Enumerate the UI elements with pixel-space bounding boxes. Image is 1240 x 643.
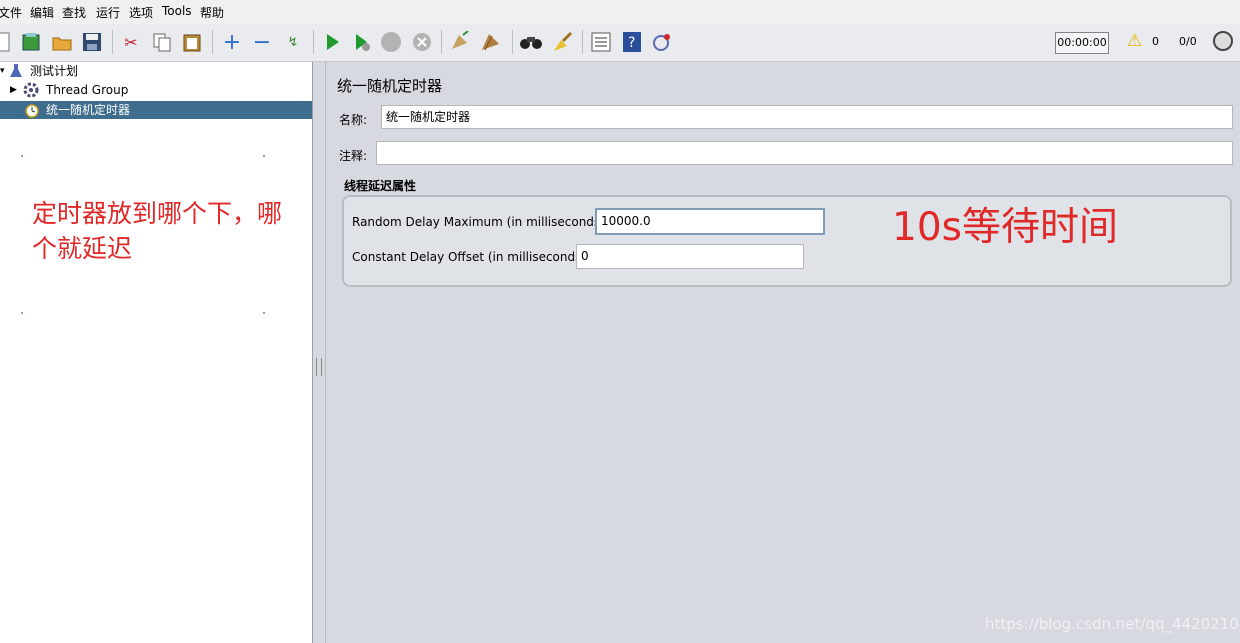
- svg-text:?: ?: [628, 35, 635, 51]
- thread-delay-properties-title: 线程延迟属性: [344, 179, 417, 193]
- chevron-down-icon[interactable]: ▾: [0, 62, 5, 80]
- start-no-pause-icon[interactable]: [350, 30, 374, 54]
- annotation-left: 定时器放到哪个下，哪个就延迟: [32, 199, 283, 263]
- timer-config-panel: 统一随机定时器 名称: 统一随机定时器 注释: 线程延迟属性 Random De…: [326, 62, 1240, 643]
- copy-icon[interactable]: [150, 30, 174, 54]
- paste-icon[interactable]: [180, 30, 204, 54]
- shutdown-icon[interactable]: [410, 30, 434, 54]
- constant-delay-label: Constant Delay Offset (in milliseconds):: [352, 250, 591, 264]
- toolbar: ✂ + − ↯ ? 00:00:00 ⚠ 0 0/0: [0, 24, 1240, 62]
- name-label: 名称:: [339, 113, 368, 127]
- menu-options[interactable]: 选项: [129, 4, 153, 21]
- test-plan-tree[interactable]: ▾ 测试计划 ▶ Thread Group 统一随机定时器: [0, 62, 313, 643]
- open-icon[interactable]: [50, 30, 74, 54]
- menu-tools[interactable]: Tools: [162, 4, 192, 18]
- tree-item-label: 测试计划: [30, 64, 79, 78]
- toggle-icon[interactable]: ↯: [281, 30, 305, 54]
- menu-search[interactable]: 查找: [62, 4, 86, 21]
- random-delay-label: Random Delay Maximum (in milliseconds):: [352, 215, 609, 229]
- cut-icon[interactable]: ✂: [119, 30, 143, 54]
- function-helper-icon[interactable]: [589, 30, 613, 54]
- new-icon[interactable]: [0, 30, 14, 54]
- tree-item-uniform-random-timer[interactable]: 统一随机定时器: [0, 101, 312, 119]
- name-field[interactable]: 统一随机定时器: [381, 105, 1233, 129]
- page-title: 统一随机定时器: [337, 77, 443, 95]
- elapsed-timer: 00:00:00: [1055, 32, 1109, 54]
- watermark: https://blog.csdn.net/qq_44202104: [985, 615, 1240, 633]
- search-icon[interactable]: [519, 30, 543, 54]
- panel-splitter[interactable]: [313, 62, 326, 643]
- constant-delay-input[interactable]: 0: [576, 244, 804, 269]
- expand-icon[interactable]: +: [220, 30, 244, 55]
- splitter-grip[interactable]: [316, 358, 322, 376]
- random-delay-input[interactable]: 10000.0: [595, 208, 825, 235]
- tree-item-label: Thread Group: [46, 83, 129, 97]
- tree-item-test-plan[interactable]: ▾ 测试计划: [0, 62, 312, 80]
- reset-search-icon[interactable]: [550, 30, 574, 54]
- stop-icon[interactable]: [379, 30, 403, 54]
- comment-field[interactable]: [376, 141, 1233, 165]
- templates-icon[interactable]: [19, 30, 43, 54]
- timer-icon: [24, 102, 40, 124]
- active-threads-ratio: 0/0: [1179, 35, 1197, 48]
- comment-label: 注释:: [339, 149, 368, 163]
- menu-edit[interactable]: 编辑: [30, 4, 54, 21]
- save-icon[interactable]: [80, 30, 104, 54]
- help-icon[interactable]: ?: [620, 30, 644, 54]
- collapse-icon[interactable]: −: [250, 30, 274, 55]
- warning-count: 0: [1152, 35, 1159, 48]
- tree-item-label: 统一随机定时器: [46, 103, 131, 117]
- clear-icon[interactable]: [448, 30, 472, 54]
- tree-item-thread-group[interactable]: ▶ Thread Group: [0, 81, 312, 99]
- annotation-right: 10s等待时间: [892, 205, 1118, 250]
- menu-run[interactable]: 运行: [96, 4, 120, 21]
- start-icon[interactable]: [320, 30, 344, 54]
- menu-file[interactable]: 文件: [0, 4, 22, 21]
- warning-icon[interactable]: ⚠: [1127, 31, 1142, 51]
- remote-icon[interactable]: [650, 30, 674, 54]
- status-indicator-icon: [1213, 31, 1233, 51]
- menu-help[interactable]: 帮助: [200, 4, 224, 21]
- chevron-right-icon[interactable]: ▶: [10, 81, 17, 99]
- clear-all-icon[interactable]: [479, 30, 503, 54]
- menu-bar: 文件 编辑 查找 运行 选项 Tools 帮助: [0, 0, 1240, 24]
